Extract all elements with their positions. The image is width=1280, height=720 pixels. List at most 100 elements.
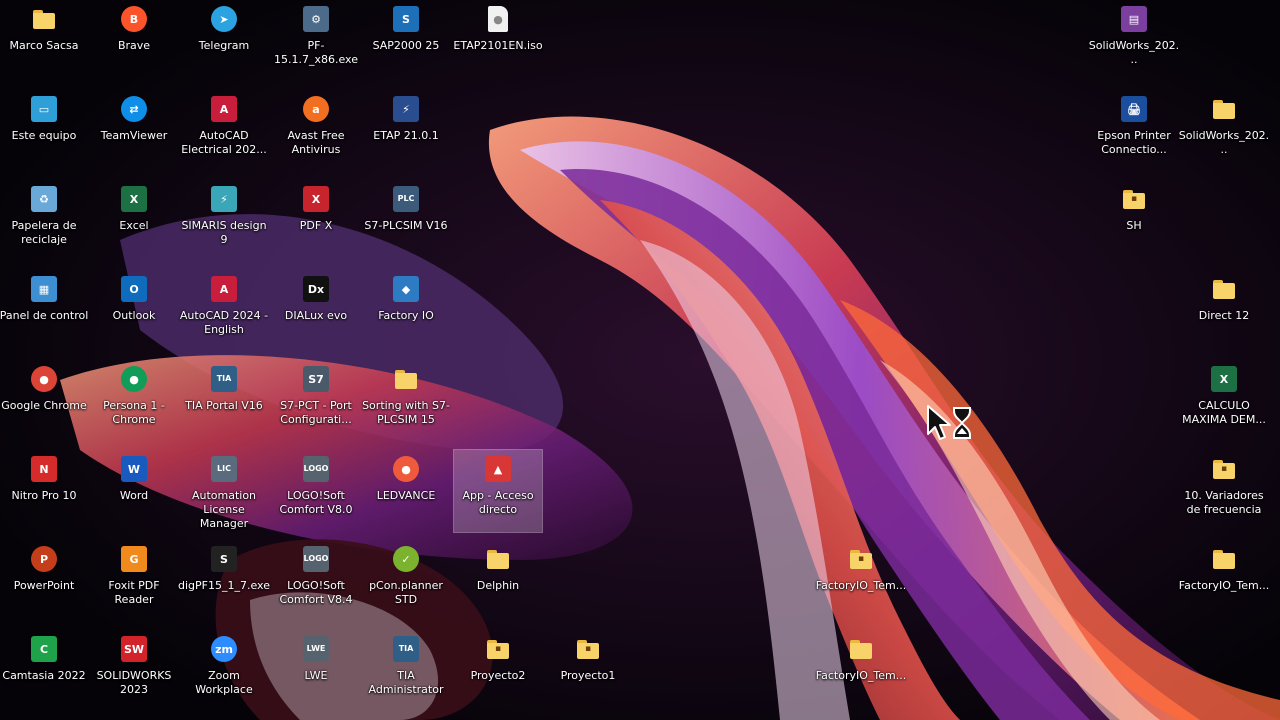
desktop-icon-nitro-pro-10[interactable]: N Nitro Pro 10 (0, 450, 88, 532)
tia-portal-icon: TIA (211, 366, 237, 392)
folder-icon: ▪ (485, 636, 511, 662)
desktop-icon-label: TIA Portal V16 (185, 399, 263, 412)
desktop-icon-marco-sacsa[interactable]: Marco Sacsa (0, 0, 88, 82)
busy-cursor-icon (927, 405, 971, 440)
desktop-icon-factoryio-tem[interactable]: FactoryIO_Tem... (816, 630, 906, 712)
desktop-icon-powerpoint[interactable]: P PowerPoint (0, 540, 88, 622)
desktop-icon-label: PowerPoint (13, 579, 75, 592)
desktop-icon-brave[interactable]: B Brave (90, 0, 178, 82)
folder-icon (848, 636, 874, 662)
desktop-icon-teamviewer[interactable]: ⇄ TeamViewer (90, 90, 178, 172)
desktop-icon-simaris-design-9[interactable]: ⚡ SIMARIS design 9 (180, 180, 268, 262)
plcsim-icon: PLC (393, 186, 419, 212)
desktop-icon-direct-12[interactable]: Direct 12 (1180, 270, 1268, 352)
desktop-icon-label: digPF15_1_7.exe (178, 579, 270, 592)
control-panel-icon: ▦ (31, 276, 57, 302)
desktop-icon-calculo-maxima-dem[interactable]: X CALCULO MAXIMA DEM... (1180, 360, 1268, 442)
folder-icon: ▪ (848, 546, 874, 572)
desktop-icon-label: Excel (119, 219, 149, 232)
desktop-icon-factory-io[interactable]: ◆ Factory IO (362, 270, 450, 352)
desktop-icon-label: SAP2000 25 (372, 39, 440, 52)
winrar-icon: ▤ (1121, 6, 1147, 32)
desktop-icon-foxit-pdf-reader[interactable]: G Foxit PDF Reader (90, 540, 178, 622)
desktop-icon-telegram[interactable]: ➤ Telegram (180, 0, 268, 82)
desktop-icon-etap2101en-iso[interactable]: ● ETAP2101EN.iso (453, 0, 543, 82)
desktop-icon-camtasia-2022[interactable]: C Camtasia 2022 (0, 630, 88, 712)
desktop-icon-tia-administrator[interactable]: TIA TIA Administrator (362, 630, 450, 712)
desktop-icon-factoryio-tem[interactable]: ▪ FactoryIO_Tem... (815, 540, 907, 622)
desktop-icon-label: Brave (117, 39, 151, 52)
desktop-icon-label: DIALux evo (284, 309, 348, 322)
desktop-icon-label: App - Acceso directo (462, 489, 534, 516)
telegram-icon: ➤ (211, 6, 237, 32)
desktop-icon-lwe[interactable]: LWE LWE (272, 630, 360, 712)
desktop-icon-excel[interactable]: X Excel (90, 180, 178, 262)
desktop-icon-label: Zoom Workplace (195, 669, 253, 696)
desktop-icon-app-acceso-directo[interactable]: ▲ App - Acceso directo (453, 449, 543, 533)
desktop-icon-label: S7-PLCSIM V16 (364, 219, 448, 232)
desktop-icon-s7-plcsim-v16[interactable]: PLC S7-PLCSIM V16 (362, 180, 450, 262)
desktop-icon-ledvance[interactable]: ● LEDVANCE (362, 450, 450, 532)
desktop-icon-s7-pct-port-configurati[interactable]: S7 S7-PCT - Port Configurati... (272, 360, 360, 442)
desktop-icon-solidworks-202[interactable]: ▤ SolidWorks_202... (1089, 0, 1179, 82)
desktop-icon-solidworks-202[interactable]: SolidWorks_202... (1179, 90, 1269, 172)
desktop-icon-dialux-evo[interactable]: Dx DIALux evo (272, 270, 360, 352)
installer-icon: S (211, 546, 237, 572)
desktop-icon-tia-portal-v16[interactable]: TIA TIA Portal V16 (180, 360, 268, 442)
desktop-icon-label: Google Chrome (1, 399, 87, 412)
desktop-icon-sh[interactable]: ▪ SH (1090, 180, 1178, 262)
desktop-icon-sorting-with-s7-plcsim-15[interactable]: Sorting with S7-PLCSIM 15 (362, 360, 450, 442)
desktop-icon-autocad-2024-english[interactable]: A AutoCAD 2024 - English (180, 270, 268, 352)
desktop-icon-digpf15-1-7-exe[interactable]: SdigPF15_1_7.exe (178, 540, 270, 622)
desktop-icon-pcon-planner-std[interactable]: ✓ pCon.planner STD (362, 540, 450, 622)
desktop-icon-papelera-de-reciclaje[interactable]: ♻ Papelera de reciclaje (0, 180, 88, 262)
desktop-icon-avast-free-antivirus[interactable]: a Avast Free Antivirus (272, 90, 360, 172)
desktop-icon-label: Epson Printer Connectio... (1097, 129, 1171, 156)
desktop-icon-label: Factory IO (378, 309, 434, 322)
desktop-icon-solidworks-2023[interactable]: SW SOLIDWORKS 2023 (90, 630, 178, 712)
desktop-icon-automation-license-manager[interactable]: LIC Automation License Manager (180, 450, 268, 532)
desktop-icon-word[interactable]: W Word (90, 450, 178, 532)
disc-image-icon: ● (488, 6, 508, 32)
desktop-icon-proyecto2[interactable]: ▪ Proyecto2 (454, 630, 542, 712)
epson-icon: 🖨 (1121, 96, 1147, 122)
desktop-icon-autocad-electrical-202[interactable]: A AutoCAD Electrical 202... (180, 90, 268, 172)
desktop-icon-delphin[interactable]: Delphin (454, 540, 542, 622)
desktop-icon-zoom-workplace[interactable]: zm Zoom Workplace (180, 630, 268, 712)
desktop-icon-logo-soft-comfort-v8-4[interactable]: LOGO LOGO!Soft Comfort V8.4 (272, 540, 360, 622)
desktop-icon-factoryio-tem[interactable]: FactoryIO_Tem... (1179, 540, 1269, 622)
desktop-icon-este-equipo[interactable]: ▭ Este equipo (0, 90, 88, 172)
desktop-icon-panel-de-control[interactable]: ▦ Panel de control (0, 270, 88, 352)
desktop-icon-label: Avast Free Antivirus (287, 129, 345, 156)
tia-admin-icon: TIA (393, 636, 419, 662)
pdf-x-icon: X (303, 186, 329, 212)
desktop-icon-10-variadores-de-frecuencia[interactable]: ▪ 10. Variadores de frecuencia (1180, 450, 1268, 532)
desktop-icon-label: FactoryIO_Tem... (815, 579, 907, 592)
desktop-icon-pf-15-1-7-x86-exe[interactable]: ⚙ PF-15.1.7_x86.exe (272, 0, 360, 82)
desktop-icon-pdf-x[interactable]: X PDF X (272, 180, 360, 262)
simaris-icon: ⚡ (211, 186, 237, 212)
desktop-icon-etap-21-0-1[interactable]: ⚡ ETAP 21.0.1 (362, 90, 450, 172)
excel-icon: X (121, 186, 147, 212)
desktop-icon-label: Foxit PDF Reader (108, 579, 160, 606)
desktop-icon-label: AutoCAD 2024 - English (179, 309, 269, 336)
desktop-icon-google-chrome[interactable]: ● Google Chrome (0, 360, 88, 442)
powerpoint-icon: P (31, 546, 57, 572)
folder-icon: ▪ (575, 636, 601, 662)
desktop-icon-epson-printer-connectio[interactable]: 🖨 Epson Printer Connectio... (1090, 90, 1178, 172)
folder-icon (1211, 546, 1237, 572)
desktop-icon-proyecto1[interactable]: ▪ Proyecto1 (544, 630, 632, 712)
folder-icon (1211, 276, 1237, 302)
desktop-icon-label: Sorting with S7-PLCSIM 15 (362, 399, 450, 426)
desktop-icon-persona-1-chrome[interactable]: ● Persona 1 - Chrome (90, 360, 178, 442)
installer-icon: ⚙ (303, 6, 329, 32)
desktop-icon-label: LOGO!Soft Comfort V8.4 (279, 579, 353, 606)
desktop-icon-logo-soft-comfort-v8-0[interactable]: LOGO LOGO!Soft Comfort V8.0 (272, 450, 360, 532)
desktop-icon-sap2000-25[interactable]: S SAP2000 25 (362, 0, 450, 82)
desktop-icon-outlook[interactable]: O Outlook (90, 270, 178, 352)
lwe-icon: LWE (303, 636, 329, 662)
chrome-icon: ● (31, 366, 57, 392)
desktop-icon-label: Direct 12 (1198, 309, 1250, 322)
logo-soft-icon: LOGO (303, 546, 329, 572)
desktop-icon-label: CALCULO MAXIMA DEM... (1182, 399, 1266, 426)
